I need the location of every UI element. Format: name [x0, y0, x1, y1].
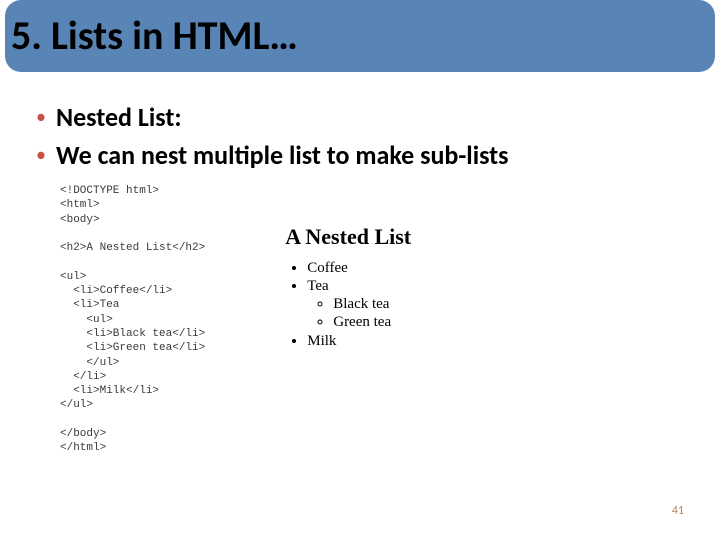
- list-item: Coffee: [307, 260, 411, 277]
- body-area: • Nested List: • We can nest multiple li…: [36, 100, 690, 176]
- output-sublist: Black tea Green tea: [307, 296, 411, 331]
- list-item: Black tea: [333, 296, 411, 313]
- bullet-row: • We can nest multiple list to make sub-…: [36, 138, 690, 172]
- bullet-text-2: We can nest multiple list to make sub-li…: [56, 138, 509, 172]
- list-item-label: Tea: [307, 278, 328, 294]
- bullet-icon: •: [36, 100, 46, 134]
- bullet-text-1: Nested List:: [56, 100, 182, 134]
- rendered-output: A Nested List Coffee Tea Black tea Green…: [285, 184, 411, 456]
- list-item: Milk: [307, 333, 411, 350]
- slide-title-bar: 5. Lists in HTML…: [5, 0, 715, 72]
- output-list: Coffee Tea Black tea Green tea Milk: [285, 260, 411, 350]
- bullet-icon: •: [36, 138, 46, 172]
- bullet-row: • Nested List:: [36, 100, 690, 134]
- list-item: Green tea: [333, 314, 411, 331]
- list-item: Tea Black tea Green tea: [307, 278, 411, 331]
- content-row: <!DOCTYPE html> <html> <body> <h2>A Nest…: [60, 184, 690, 456]
- code-sample: <!DOCTYPE html> <html> <body> <h2>A Nest…: [60, 184, 205, 456]
- slide-title: 5. Lists in HTML…: [11, 16, 298, 56]
- output-heading: A Nested List: [285, 224, 411, 250]
- page-number: 41: [672, 504, 684, 518]
